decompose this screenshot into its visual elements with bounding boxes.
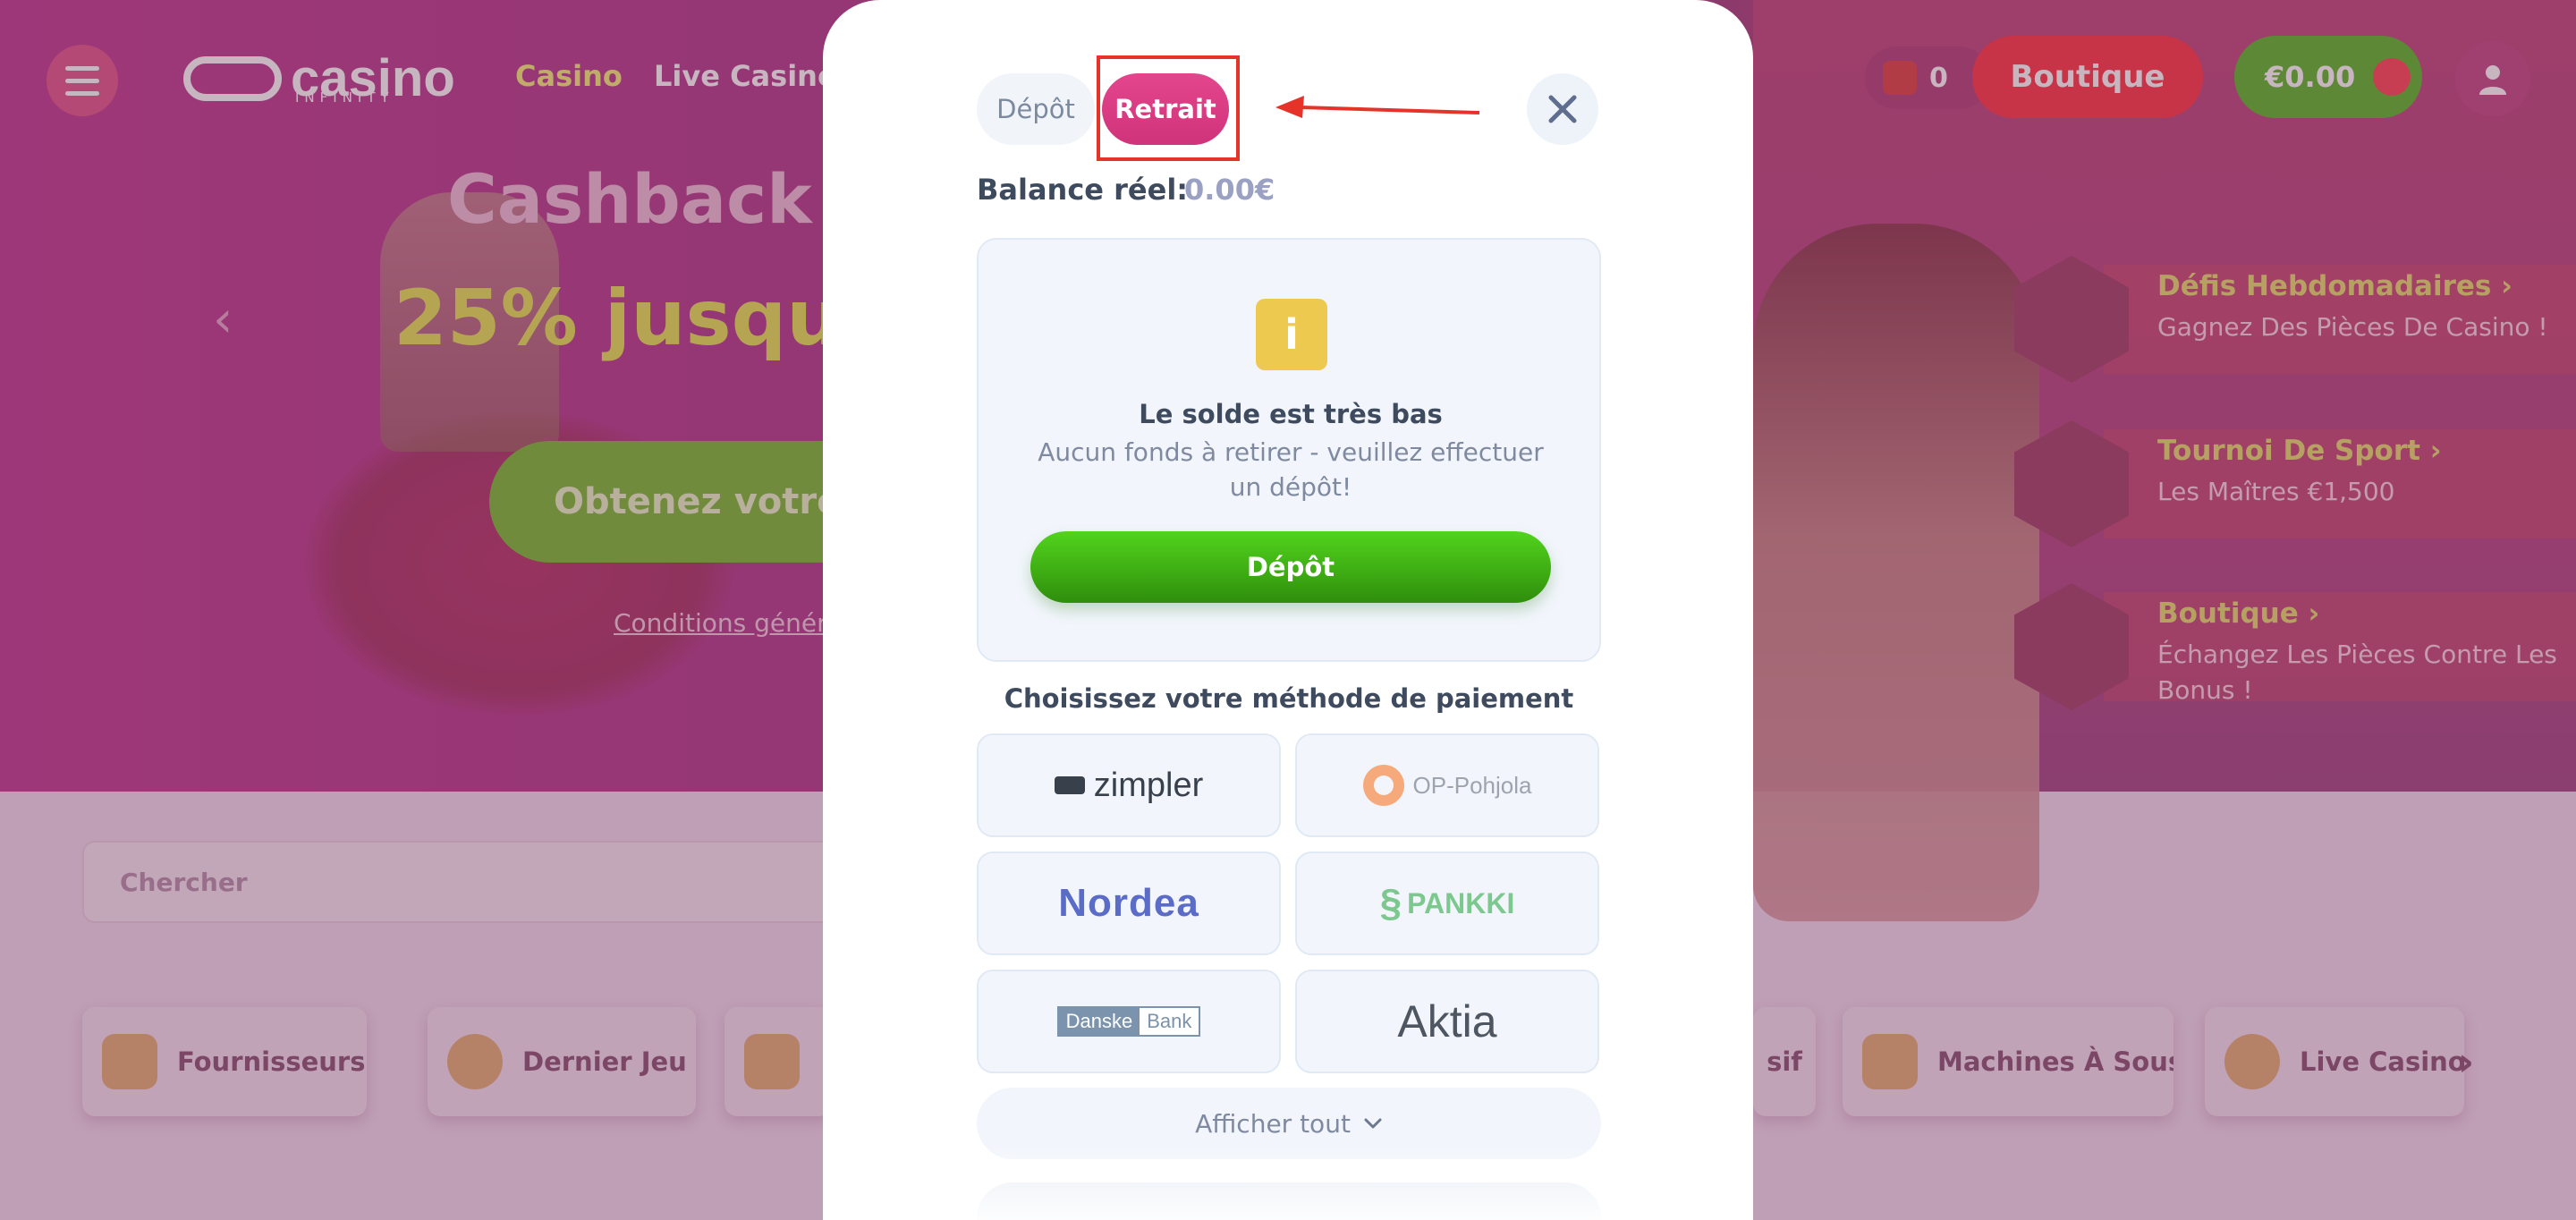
tab-deposit[interactable]: Dépôt [977,73,1095,145]
deposit-button[interactable]: Dépôt [1030,531,1551,603]
info-text: Aucun fonds à retirer - veuillez effectu… [1038,437,1544,502]
zimpler-logo: zimpler [1054,766,1204,805]
payment-zimpler[interactable]: zimpler [977,733,1281,837]
op-pohjola-logo: OP-Pohjola [1362,765,1532,806]
pankki-text: PANKKI [1407,886,1515,919]
balance-label: Balance réel: [977,173,1189,207]
s-mark-icon: § [1379,881,1402,925]
s-pankki-logo: § PANKKI [1380,881,1515,926]
modal-bottom-fade [823,1145,1753,1220]
annotation-arrow-icon [1275,96,1480,118]
danske-text: Danske [1058,1008,1140,1035]
zimpler-text: zimpler [1093,766,1204,804]
zimpler-mark-icon [1054,776,1085,794]
show-all-label: Afficher tout [1195,1108,1351,1139]
annotation-highlight-box [1097,55,1240,161]
payment-aktia[interactable]: Aktia [1295,970,1599,1073]
low-balance-card: i Le solde est très bas Aucun fonds à re… [977,238,1601,662]
close-icon [1548,95,1577,123]
danske-bank-logo: Danske Bank [1056,1006,1201,1037]
payment-s-pankki[interactable]: § PANKKI [1295,851,1599,955]
payment-method-title: Choisissez votre méthode de paiement [1004,683,1574,714]
op-mark-icon [1362,765,1404,806]
op-pohjola-text: OP-Pohjola [1412,771,1532,799]
chevron-down-icon [1364,1118,1382,1129]
cashier-modal: Dépôt Retrait Balance réel: 0.00€ i Le s… [823,0,1753,1220]
aktia-logo: Aktia [1397,996,1497,1046]
payment-nordea[interactable]: Nordea [977,851,1281,955]
bank-text: Bank [1140,1008,1199,1035]
info-title: Le solde est très bas [1139,399,1443,429]
close-button[interactable] [1527,73,1598,145]
payment-danske-bank[interactable]: Danske Bank [977,970,1281,1073]
balance-value: 0.00€ [1184,173,1275,207]
payment-op-pohjola[interactable]: OP-Pohjola [1295,733,1599,837]
info-icon: i [1256,299,1327,370]
nordea-logo: Nordea [1058,881,1199,925]
